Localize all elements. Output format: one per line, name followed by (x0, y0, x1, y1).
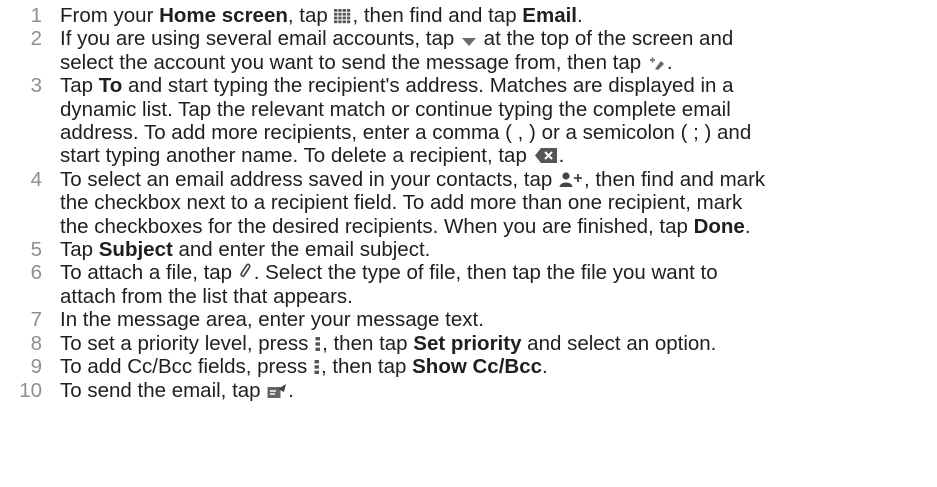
step-text: From your Home screen, tap , then find a… (60, 4, 937, 27)
step-2: 2 If you are using several email accounts… (0, 27, 937, 74)
step-number: 5 (30, 238, 42, 262)
ui-term: Done (693, 214, 745, 238)
text-run: , then tap (322, 331, 414, 355)
text-run: and start typing the recipient's address… (122, 74, 734, 98)
step-line: To select an email address saved in your… (60, 168, 923, 191)
step-number: 1 (30, 4, 42, 27)
step-3: 3 Tap To and start typing the recipient's… (0, 74, 937, 168)
step-5: 5 Tap Subject and enter the email subject… (0, 238, 937, 261)
step-number: 8 (30, 331, 42, 355)
text-run: at the top of the screen and (477, 27, 734, 51)
text-run: . (542, 355, 548, 379)
step-number: 2 (30, 27, 42, 51)
step-line: Tap Subject and enter the email subject. (60, 238, 923, 261)
text-run: select the account you want to send the … (60, 50, 647, 74)
text-run: , tap (287, 4, 334, 27)
text-run: address. To add more recipients, enter a… (60, 121, 752, 145)
text-run: , then find and tap (352, 4, 523, 27)
text-run: Tap (60, 74, 99, 98)
apps-grid-icon (334, 9, 351, 24)
text-run: . (288, 378, 294, 402)
step-line: To send the email, tap . (60, 379, 923, 402)
text-run: the checkbox next to a recipient field. … (60, 191, 743, 215)
text-run: start typing another name. To delete a r… (60, 144, 533, 168)
step-line: To attach a file, tap . Select the type … (60, 261, 923, 284)
step-text: To add Cc/Bcc fields, press , then tap S… (60, 355, 937, 378)
text-run: If you are using several email accounts,… (60, 27, 460, 51)
text-run: . (744, 214, 751, 238)
text-run: To send the email, tap (60, 378, 267, 402)
text-run: . Select the type of file, then tap the … (253, 261, 718, 285)
text-run: To add Cc/Bcc fields, press (60, 355, 313, 379)
text-run: In the message area, enter your message … (60, 308, 484, 332)
add-contact-icon (559, 171, 583, 188)
step-number: 9 (30, 355, 42, 379)
dropdown-triangle-icon (461, 37, 477, 47)
menu-icon (314, 359, 320, 375)
compose-icon (648, 55, 666, 71)
step-text: To send the email, tap . (60, 379, 937, 402)
text-run: . (577, 4, 583, 27)
text-run: and enter the email subject. (172, 238, 431, 262)
step-line: In the message area, enter your message … (60, 308, 923, 331)
text-run: Tap (60, 238, 99, 262)
send-icon (267, 383, 287, 399)
step-line: the checkboxes for the desired recipient… (60, 215, 923, 238)
ui-term: Set priority (413, 331, 522, 355)
text-run: the checkboxes for the desired recipient… (60, 214, 694, 238)
step-text: Tap To and start typing the recipient's … (60, 74, 937, 168)
delete-recipient-icon (534, 147, 558, 164)
text-run: , then tap (320, 355, 413, 379)
step-text: To select an email address saved in your… (60, 168, 937, 238)
step-line: To add Cc/Bcc fields, press , then tap S… (60, 355, 923, 378)
menu-icon (315, 336, 321, 352)
step-text: To attach a file, tap . Select the type … (60, 261, 937, 308)
step-10: 10 To send the email, tap . (0, 379, 937, 402)
step-number: 4 (30, 167, 42, 191)
step-7: 7 In the message area, enter your message… (0, 308, 937, 331)
text-run: From your (60, 4, 160, 27)
text-run: , then find and mark (583, 167, 766, 191)
step-number: 6 (30, 261, 42, 285)
instruction-list: 1 From your Home screen, tap , then find … (0, 0, 937, 487)
text-run: and select an option. (521, 331, 717, 355)
step-number: 7 (30, 308, 42, 332)
text-run: attach from the list that appears. (60, 284, 353, 308)
step-line: dynamic list. Tap the relevant match or … (60, 98, 923, 121)
step-line: address. To add more recipients, enter a… (60, 121, 923, 144)
step-1: 1 From your Home screen, tap , then find … (0, 4, 937, 27)
ui-term: Email (522, 4, 577, 27)
step-text: If you are using several email accounts,… (60, 27, 937, 74)
ui-term: To (98, 74, 123, 98)
step-line: If you are using several email accounts,… (60, 27, 923, 50)
attachment-icon (239, 263, 253, 281)
step-8: 8 To set a priority level, press , then t… (0, 332, 937, 355)
step-4: 4 To select an email address saved in you… (0, 168, 937, 238)
step-text: To set a priority level, press , then ta… (60, 332, 937, 355)
text-run: To select an email address saved in your… (60, 167, 558, 191)
ui-term: Show Cc/Bcc (412, 355, 542, 379)
step-line: To set a priority level, press , then ta… (60, 332, 923, 355)
step-number: 3 (30, 74, 42, 98)
text-run: dynamic list. Tap the relevant match or … (60, 97, 731, 121)
text-run: . (666, 50, 673, 74)
step-line: Tap To and start typing the recipient's … (60, 74, 923, 97)
text-run: To attach a file, tap (60, 261, 238, 285)
step-9: 9 To add Cc/Bcc fields, press , then tap … (0, 355, 937, 378)
step-line: attach from the list that appears. (60, 285, 923, 308)
text-run: To set a priority level, press (60, 331, 315, 355)
step-6: 6 To attach a file, tap . Select the type… (0, 261, 937, 308)
step-text: In the message area, enter your message … (60, 308, 937, 331)
step-number: 10 (19, 378, 42, 402)
step-line: the checkbox next to a recipient field. … (60, 191, 923, 214)
step-line: From your Home screen, tap , then find a… (60, 4, 923, 27)
ui-term: Home screen (159, 4, 288, 27)
step-line: select the account you want to send the … (60, 51, 923, 74)
step-line: start typing another name. To delete a r… (60, 144, 923, 167)
ui-term: Subject (98, 238, 173, 262)
text-run: . (558, 144, 565, 168)
step-text: Tap Subject and enter the email subject. (60, 238, 937, 261)
